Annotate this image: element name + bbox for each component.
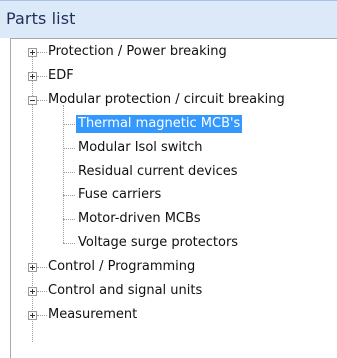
tree-branch-line — [63, 219, 75, 220]
tree-item-fuse-carriers[interactable]: Fuse carriers — [76, 186, 163, 204]
expand-icon[interactable] — [28, 263, 37, 272]
tree-item-motor-driven-mcbs[interactable]: Motor-driven MCBs — [76, 210, 203, 228]
expand-icon[interactable] — [28, 48, 37, 57]
tree-child-connector — [63, 105, 64, 243]
expand-icon[interactable] — [28, 311, 37, 320]
collapse-icon[interactable] — [28, 96, 37, 105]
tree-branch-line — [63, 243, 75, 244]
tree-item-measurement[interactable]: Measurement — [46, 306, 139, 324]
tree-item-edf[interactable]: EDF — [46, 67, 76, 85]
tree-item-thermal-magnetic-mcb-s[interactable]: Thermal magnetic MCB's — [76, 115, 243, 133]
tree-item-modular-isol-switch[interactable]: Modular Isol switch — [76, 139, 205, 157]
expand-icon[interactable] — [28, 287, 37, 296]
tree-branch-line — [63, 195, 75, 196]
tree-item-residual-current-devices[interactable]: Residual current devices — [76, 163, 240, 181]
tree-item-protection-power-breaking[interactable]: Protection / Power breaking — [46, 43, 229, 61]
tree-item-voltage-surge-protectors[interactable]: Voltage surge protectors — [76, 234, 240, 252]
tree-item-modular-protection-circuit-breaking[interactable]: Modular protection / circuit breaking — [46, 91, 287, 109]
tree-branch-line — [63, 172, 75, 173]
tree-branch-line — [63, 148, 75, 149]
tree-branch-line — [63, 124, 75, 125]
tree-item-control-programming[interactable]: Control / Programming — [46, 258, 197, 276]
tree-item-control-and-signal-units[interactable]: Control and signal units — [46, 282, 204, 300]
parts-list-panel: Parts list Protection / Power breaking ED… — [0, 0, 337, 358]
parts-tree: Protection / Power breaking EDF Modular pr… — [0, 0, 337, 342]
expand-icon[interactable] — [28, 72, 37, 81]
